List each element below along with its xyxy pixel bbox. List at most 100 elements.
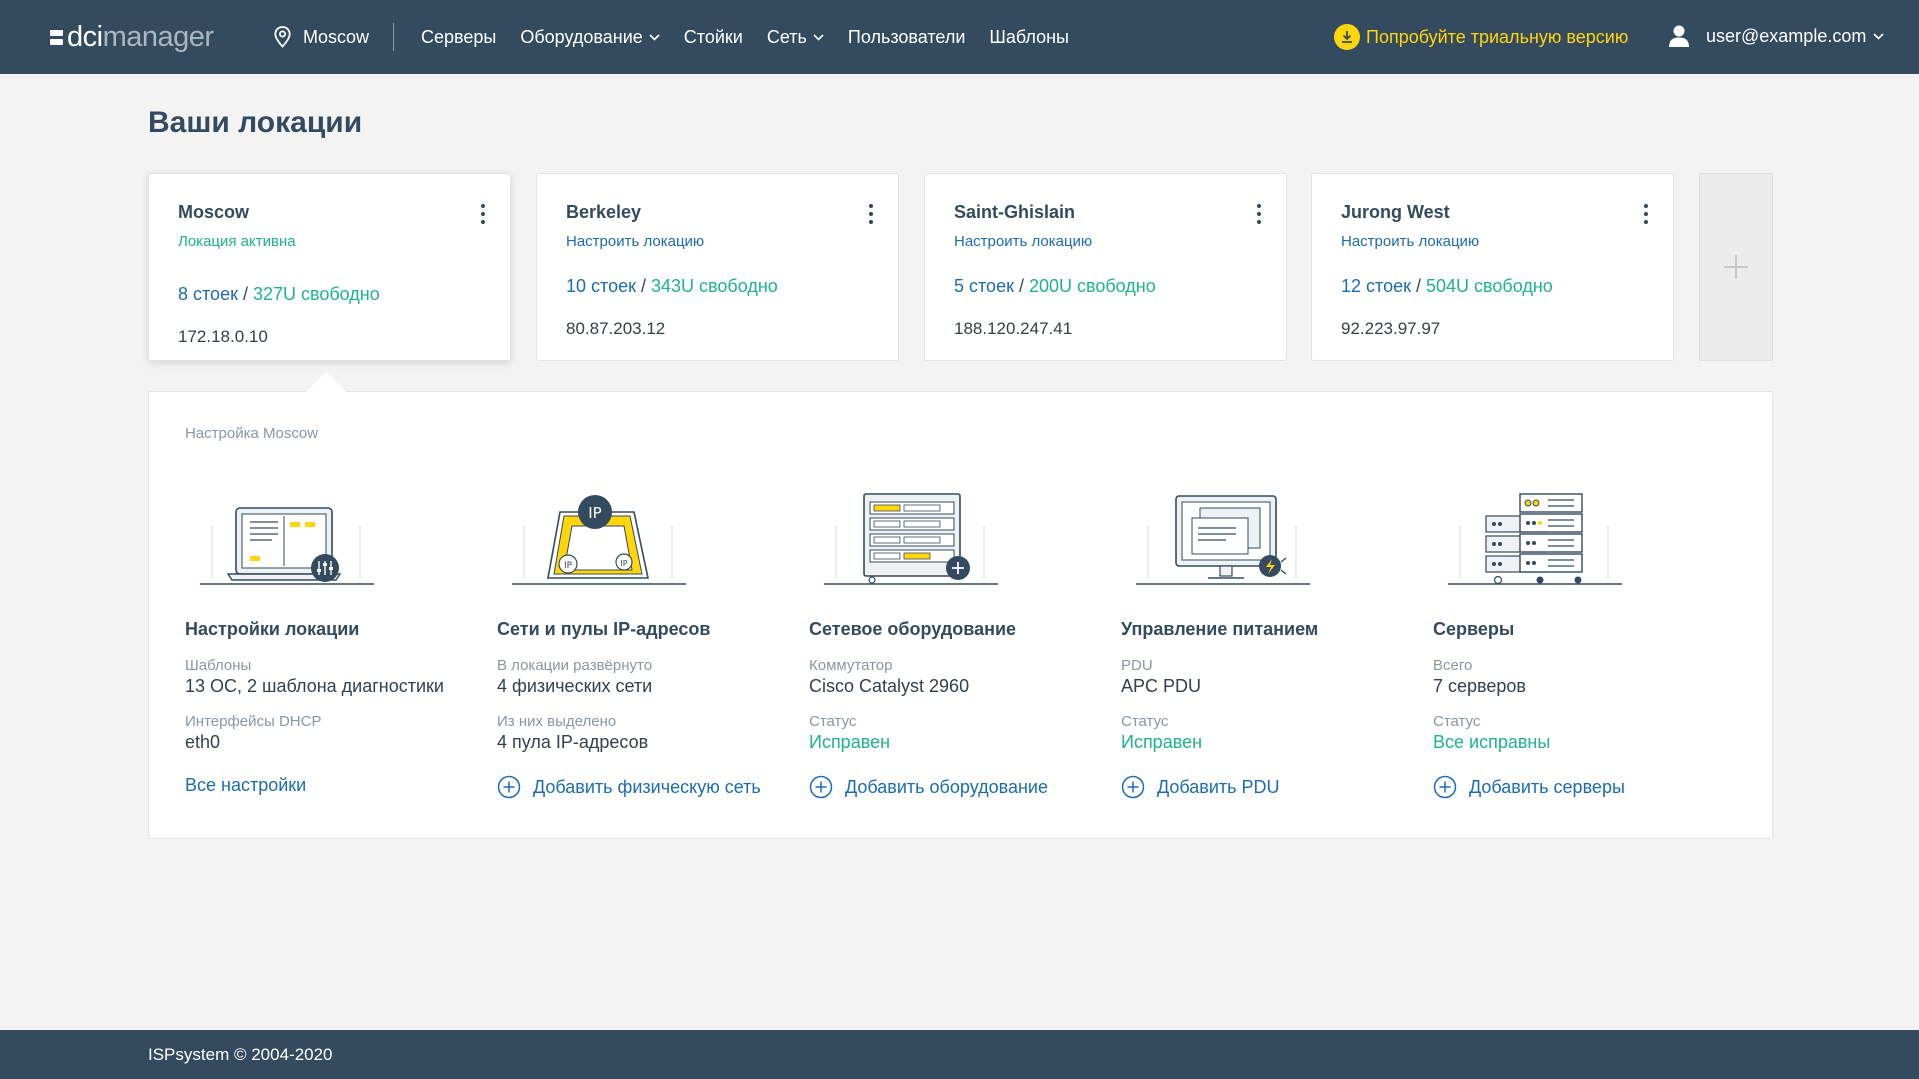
section-title: Настройки локации xyxy=(185,619,360,639)
section-title: Сетевое оборудование xyxy=(809,619,1017,639)
all-settings-link[interactable]: Все настройки xyxy=(185,775,475,796)
field-value: APC PDU xyxy=(1121,676,1202,696)
panel-label: Настройка Moscow xyxy=(185,425,319,442)
nav-item-racks[interactable]: Стойки xyxy=(684,27,743,48)
copyright-text: ISPsystem © 2004-2020 xyxy=(148,1044,333,1064)
field-value: eth0 xyxy=(185,732,221,752)
field-label: Статус xyxy=(1121,713,1169,730)
free-units: 327U свободно xyxy=(252,284,380,304)
free-units: 504U свободно xyxy=(1425,276,1553,296)
svg-text:IP: IP xyxy=(588,504,601,522)
chevron-down-icon xyxy=(649,33,660,41)
section-title: Управление питанием xyxy=(1121,619,1319,639)
add-location-button[interactable] xyxy=(1699,173,1773,361)
user-email: user@example.com xyxy=(1706,25,1867,46)
map-pin-icon xyxy=(274,26,291,48)
free-units: 200U свободно xyxy=(1028,276,1156,296)
more-vertical-icon[interactable] xyxy=(1644,204,1648,224)
status-value: Все исправны xyxy=(1433,732,1551,752)
chevron-down-icon xyxy=(1873,32,1884,40)
add-servers-button[interactable]: Добавить серверы xyxy=(1433,775,1723,799)
racks-count[interactable]: 8 стоек xyxy=(178,284,238,304)
nav-label: Серверы xyxy=(421,26,497,47)
action-label: Добавить физическую сеть xyxy=(533,776,761,797)
location-ip: 92.223.97.97 xyxy=(1341,319,1441,338)
panel-pointer xyxy=(306,372,346,392)
nav-item-servers[interactable]: Серверы xyxy=(421,27,496,48)
section-title: Сети и пулы IP-адресов xyxy=(497,619,711,639)
status-value: Исправен xyxy=(809,732,891,752)
field-label: PDU xyxy=(1121,657,1153,674)
plus-circle-icon xyxy=(1433,775,1457,799)
chevron-down-icon xyxy=(813,33,824,41)
field-label: Статус xyxy=(809,713,857,730)
location-settings-panel: Настройка Moscow Настройки локации Шабло… xyxy=(148,391,1773,839)
location-racks-summary: 10 стоек / 343U свободно xyxy=(566,276,869,297)
servers-section: Серверы Всего 7 серверов Статус Все испр… xyxy=(1433,486,1723,799)
page-title: Ваши локации xyxy=(148,106,363,139)
nav-item-users[interactable]: Пользователи xyxy=(848,27,965,48)
footer: ISPsystem © 2004-2020 xyxy=(0,1030,1919,1079)
nav-label: Пользователи xyxy=(847,26,966,47)
configure-location-link[interactable]: Настроить локацию xyxy=(1341,233,1644,250)
nav-label: Стойки xyxy=(683,26,743,47)
power-management-section: Управление питанием PDU APC PDU Статус И… xyxy=(1121,486,1411,799)
logo-text-dci: dci xyxy=(67,20,103,53)
nav-item-network[interactable]: Сеть xyxy=(767,27,824,48)
action-label: Добавить серверы xyxy=(1469,776,1625,797)
nav-item-equipment[interactable]: Оборудование xyxy=(520,26,660,48)
top-navigation-bar: dci manager Moscow Серверы Оборудование С… xyxy=(0,0,1919,74)
add-equipment-button[interactable]: Добавить оборудование xyxy=(809,775,1099,799)
separator: / xyxy=(1013,276,1029,296)
field-value: 4 пула IP-адресов xyxy=(497,732,649,752)
more-vertical-icon[interactable] xyxy=(869,204,873,224)
plus-circle-icon xyxy=(809,775,833,799)
nav-item-templates[interactable]: Шаблоны xyxy=(989,27,1069,48)
location-name: Moscow xyxy=(178,202,250,222)
svg-text:IP: IP xyxy=(564,561,573,571)
separator: / xyxy=(237,284,253,304)
field-label: Статус xyxy=(1433,713,1481,730)
monitor-power-icon xyxy=(1136,495,1310,585)
field-value: 7 серверов xyxy=(1433,676,1526,696)
location-switcher[interactable]: Moscow xyxy=(274,23,395,51)
location-card-jurong-west[interactable]: Jurong West Настроить локацию 12 стоек /… xyxy=(1311,173,1674,361)
action-label: Добавить оборудование xyxy=(845,776,1048,797)
location-racks-summary: 5 стоек / 200U свободно xyxy=(954,276,1257,297)
dcimanager-logo[interactable]: dci manager xyxy=(50,21,235,54)
current-location-label: Moscow xyxy=(303,26,370,47)
field-label: Из них выделено xyxy=(497,713,617,730)
field-label: Всего xyxy=(1433,657,1473,674)
nav-label: Сеть xyxy=(766,26,807,47)
location-card-berkeley[interactable]: Berkeley Настроить локацию 10 стоек / 34… xyxy=(536,173,899,361)
plus-circle-icon xyxy=(497,775,521,799)
racks-count[interactable]: 5 стоек xyxy=(954,276,1014,296)
nav-label: Оборудование xyxy=(520,26,643,47)
action-label: Добавить PDU xyxy=(1157,776,1280,797)
location-ip: 188.120.247.41 xyxy=(954,319,1073,338)
location-card-saint-ghislain[interactable]: Saint-Ghislain Настроить локацию 5 стоек… xyxy=(924,173,1287,361)
logo-text-manager: manager xyxy=(102,20,214,53)
section-title: Серверы xyxy=(1433,619,1515,639)
free-units: 343U свободно xyxy=(650,276,778,296)
user-menu[interactable]: user@example.com xyxy=(1668,24,1884,48)
more-vertical-icon[interactable] xyxy=(1257,204,1261,224)
trial-version-link[interactable]: Попробуйте триальную версию xyxy=(1334,24,1628,50)
more-vertical-icon[interactable] xyxy=(481,204,485,224)
racks-count[interactable]: 10 стоек xyxy=(566,276,636,296)
laptop-settings-icon xyxy=(200,507,374,585)
location-card-moscow[interactable]: Moscow Локация активна 8 стоек / 327U св… xyxy=(148,173,511,361)
status-value: Исправен xyxy=(1121,732,1203,752)
location-racks-summary: 12 стоек / 504U свободно xyxy=(1341,276,1644,297)
configure-location-link[interactable]: Настроить локацию xyxy=(566,233,869,250)
ip-networks-section: IP IP IP Сети и пулы IP-адресов В локаци… xyxy=(497,486,787,799)
action-label: Все настройки xyxy=(185,775,307,795)
switch-rack-icon xyxy=(824,493,998,585)
nav-label: Шаблоны xyxy=(989,26,1069,47)
racks-count[interactable]: 12 стоек xyxy=(1341,276,1411,296)
add-physical-network-button[interactable]: Добавить физическую сеть xyxy=(497,775,787,799)
configure-location-link[interactable]: Настроить локацию xyxy=(954,233,1257,250)
location-racks-summary: 8 стоек / 327U свободно xyxy=(178,284,481,305)
add-pdu-button[interactable]: Добавить PDU xyxy=(1121,775,1411,799)
location-ip: 172.18.0.10 xyxy=(178,327,268,346)
